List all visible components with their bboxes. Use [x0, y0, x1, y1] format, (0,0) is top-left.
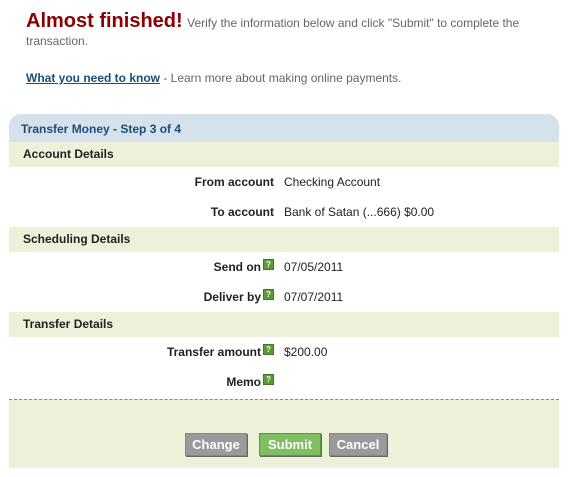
- help-line: What you need to know - Learn more about…: [26, 71, 401, 85]
- from-account-value: Checking Account: [284, 175, 381, 189]
- row-to-account: To account Bank of Satan (...666) $0.00: [9, 197, 559, 227]
- row-memo: Memo?: [9, 367, 559, 397]
- deliver-by-help-icon[interactable]: ?: [263, 289, 274, 300]
- from-account-label: From account: [194, 175, 274, 189]
- panel-title: Transfer Money - Step 3 of 4: [9, 114, 559, 142]
- section-transfer-details: Transfer Details: [9, 312, 559, 337]
- what-you-need-to-know-link[interactable]: What you need to know: [26, 71, 160, 85]
- transfer-amount-value: $200.00: [284, 345, 328, 359]
- change-button[interactable]: Change: [185, 433, 247, 456]
- page-headline: Almost finished!: [26, 10, 183, 32]
- transfer-amount-label-wrap: Transfer amount?: [166, 344, 274, 359]
- transfer-amount-help-icon[interactable]: ?: [263, 344, 274, 355]
- help-description: - Learn more about making online payment…: [160, 71, 402, 85]
- row-transfer-amount: Transfer amount? $200.00: [9, 337, 559, 367]
- memo-help-icon[interactable]: ?: [263, 374, 274, 385]
- row-deliver-by: Deliver by? 07/07/2011: [9, 282, 559, 312]
- cancel-button[interactable]: Cancel: [329, 433, 387, 456]
- deliver-by-label-wrap: Deliver by?: [203, 289, 274, 304]
- section-scheduling-details: Scheduling Details: [9, 227, 559, 252]
- send-on-help-icon[interactable]: ?: [263, 259, 274, 270]
- to-account-label: To account: [210, 205, 274, 219]
- intro: Almost finished! Verify the information …: [26, 10, 546, 50]
- deliver-by-label: Deliver by: [203, 290, 261, 304]
- memo-label: Memo: [226, 375, 261, 389]
- memo-label-wrap: Memo?: [226, 374, 274, 389]
- section-account-details: Account Details: [9, 142, 559, 167]
- send-on-value: 07/05/2011: [284, 260, 344, 274]
- transfer-amount-label: Transfer amount: [166, 345, 261, 359]
- action-footer: Change Submit Cancel: [9, 399, 559, 468]
- submit-button[interactable]: Submit: [259, 433, 321, 456]
- deliver-by-value: 07/07/2011: [284, 290, 344, 304]
- transfer-panel: Transfer Money - Step 3 of 4 Account Det…: [9, 114, 559, 468]
- send-on-label: Send on: [213, 260, 261, 274]
- to-account-value: Bank of Satan (...666) $0.00: [284, 205, 435, 219]
- row-from-account: From account Checking Account: [9, 167, 559, 197]
- row-send-on: Send on? 07/05/2011: [9, 252, 559, 282]
- send-on-label-wrap: Send on?: [213, 259, 274, 274]
